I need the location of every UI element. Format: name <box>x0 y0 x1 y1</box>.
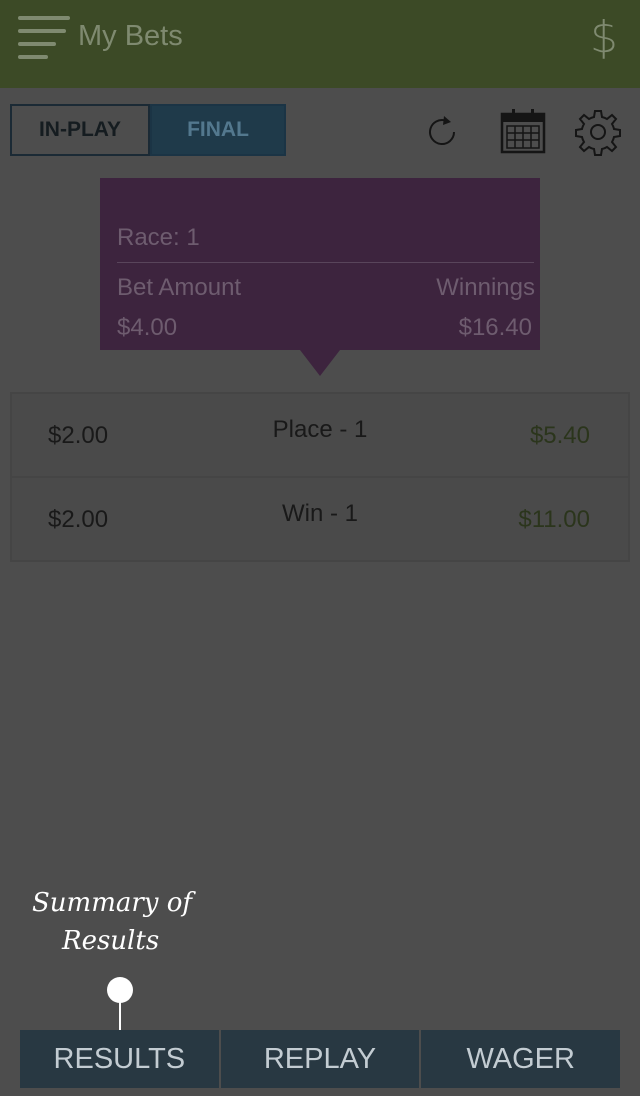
bottom-tab-bar: RESULTS REPLAY WAGER <box>20 1030 621 1088</box>
page-title: My Bets <box>78 20 183 52</box>
bet-row[interactable]: $2.00 Win - 1 $11.00 <box>12 478 628 560</box>
bet-row-winnings: $5.40 <box>529 422 590 449</box>
tab-replay[interactable]: REPLAY <box>220 1030 422 1088</box>
bet-row-winnings: $11.00 <box>518 506 590 533</box>
bet-status-toggle: IN-PLAY FINAL <box>10 104 286 156</box>
menu-icon[interactable] <box>18 16 70 60</box>
final-button[interactable]: FINAL <box>150 104 286 156</box>
tutorial-annotation: Summary of Results <box>32 884 192 960</box>
calendar-icon[interactable] <box>500 108 548 156</box>
race-label: Race: 1 <box>117 224 200 251</box>
annotation-line-2: Results <box>62 926 160 956</box>
settings-gear-icon[interactable] <box>574 108 622 156</box>
annotation-line-1: Summary of <box>32 888 193 918</box>
app-header: My Bets $ <box>0 0 640 88</box>
annotation-pin-line <box>119 1000 121 1030</box>
in-play-button[interactable]: IN-PLAY <box>10 104 150 156</box>
bet-row[interactable]: $2.00 Place - 1 $5.40 <box>12 394 628 478</box>
race-summary-popup: Race: 1 Bet Amount Winnings $4.00 $16.40 <box>100 178 540 350</box>
tab-wager[interactable]: WAGER <box>421 1030 621 1088</box>
winnings-value: $16.40 <box>458 314 532 341</box>
bet-amount-label: Bet Amount <box>117 274 242 301</box>
refresh-icon[interactable] <box>424 114 472 162</box>
tab-results[interactable]: RESULTS <box>20 1030 221 1088</box>
popup-pointer <box>300 350 340 376</box>
bet-amount-value: $4.00 <box>117 314 178 341</box>
dollar-icon[interactable]: $ <box>590 12 618 63</box>
popup-divider <box>117 262 534 263</box>
winnings-label: Winnings <box>436 274 535 301</box>
bets-list: $2.00 Place - 1 $5.40 $2.00 Win - 1 $11.… <box>10 392 630 562</box>
